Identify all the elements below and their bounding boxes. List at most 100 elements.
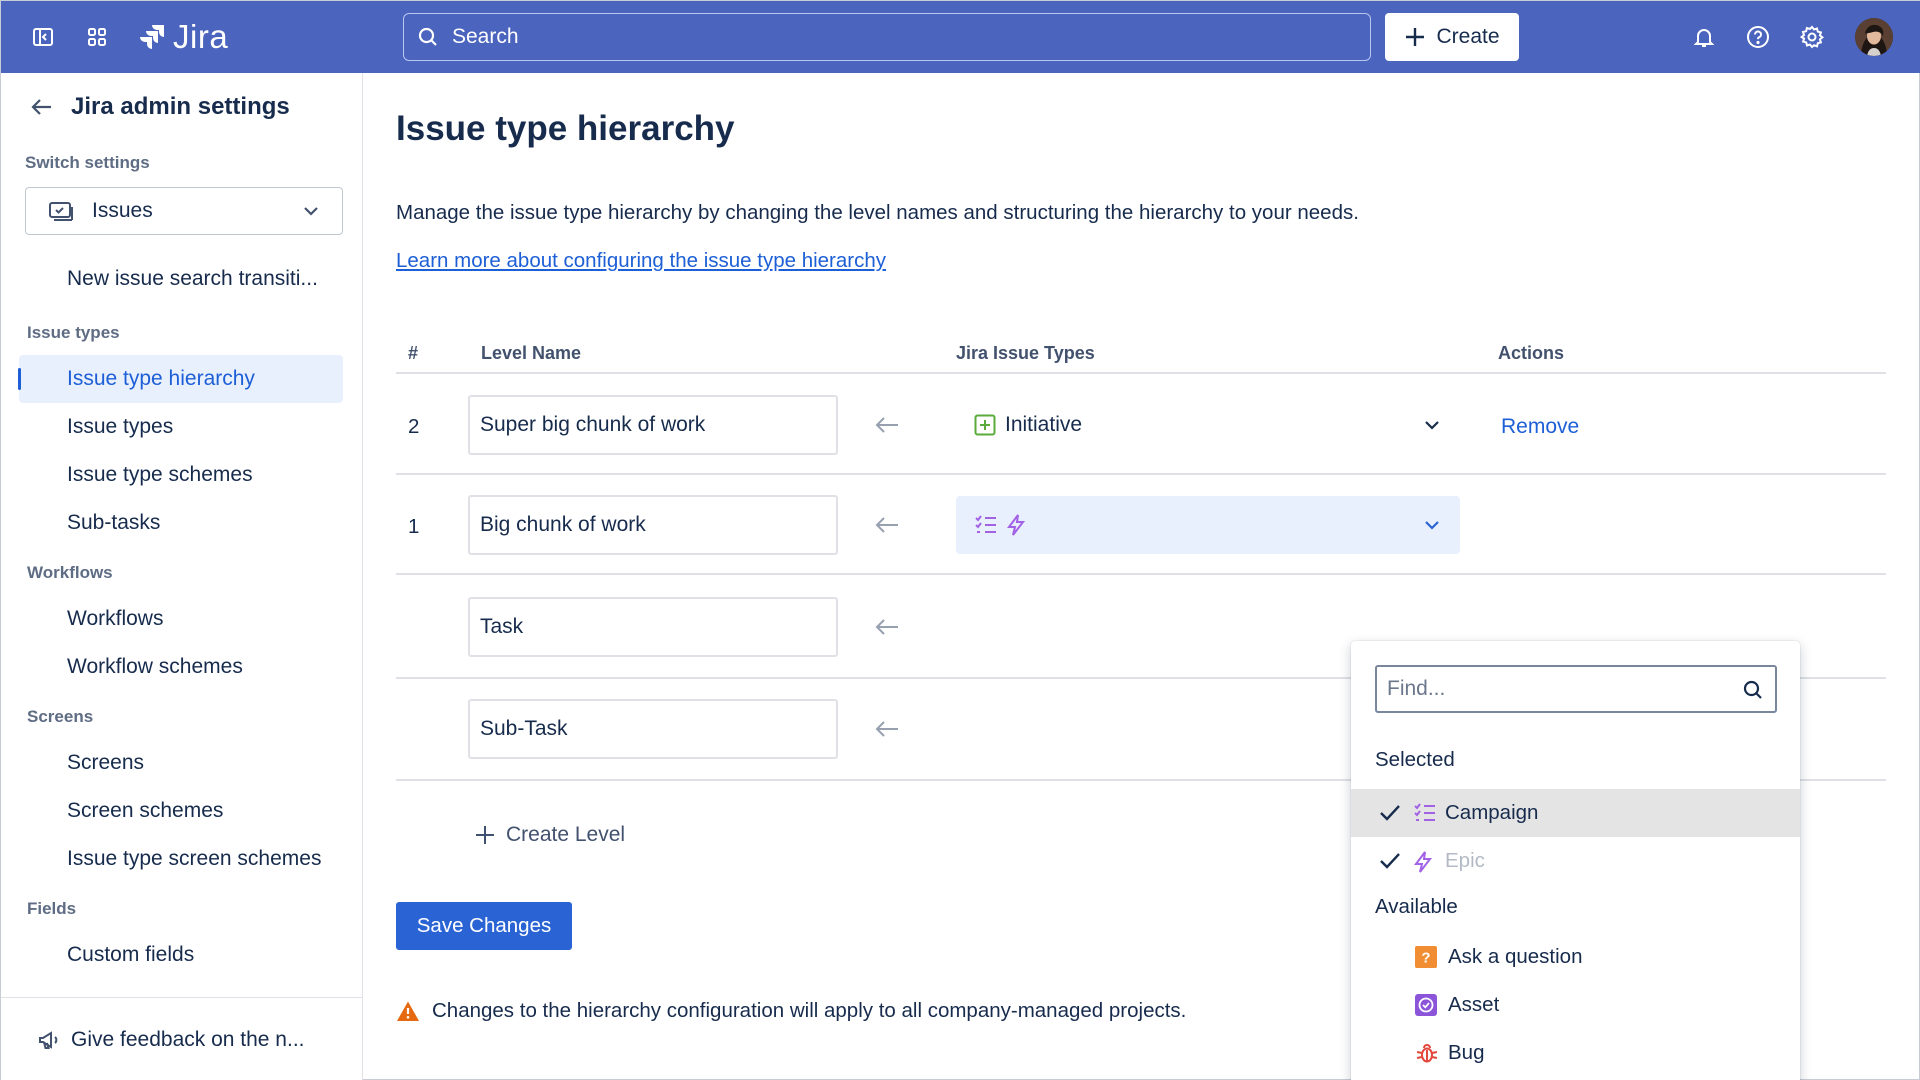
app-window: Jira Search Create Jira admin settings S… <box>0 0 1920 1080</box>
column-header-level-name: Level Name <box>481 343 582 363</box>
issue-type-value: Initiative <box>1005 413 1083 436</box>
create-label: Create <box>1436 25 1500 48</box>
top-navigation-bar: Jira Search Create <box>1 1 1920 73</box>
avatar[interactable] <box>1855 18 1893 56</box>
arrow-left-icon <box>875 619 898 635</box>
search-input[interactable]: Search <box>403 13 1371 61</box>
available-group-label: Available <box>1375 895 1458 918</box>
column-header-number: # <box>408 343 419 363</box>
option-label: Campaign <box>1445 801 1539 824</box>
arrow-left-icon <box>875 721 898 737</box>
search-icon <box>1743 680 1762 699</box>
bug-icon <box>1416 1044 1438 1063</box>
row-divider <box>396 473 1886 475</box>
create-level-button[interactable]: Create Level <box>474 823 625 847</box>
column-header-issue-types: Jira Issue Types <box>956 343 1095 363</box>
arrow-left-icon <box>875 417 898 433</box>
sidebar-toggle-icon[interactable] <box>27 21 59 53</box>
chevron-down-icon <box>304 207 318 216</box>
svg-text:?: ? <box>1421 950 1430 967</box>
feedback-label: Give feedback on the n... <box>71 1027 305 1051</box>
check-icon <box>1380 805 1400 821</box>
issue-type-select[interactable]: Initiative <box>956 396 1460 454</box>
option-label: Epic <box>1445 849 1485 872</box>
sidebar-title: Jira admin settings <box>71 93 290 120</box>
plus-icon <box>476 826 494 844</box>
selected-group-label: Selected <box>1375 748 1455 771</box>
level-name-input[interactable]: Sub-Task <box>468 699 838 759</box>
arrow-left-icon <box>875 517 898 533</box>
sidebar-section-workflows: Workflows <box>27 563 113 582</box>
sidebar-item-issue-type-schemes[interactable]: Issue type schemes <box>67 452 253 498</box>
search-icon <box>418 27 437 46</box>
settings-switcher-value: Issues <box>92 199 153 222</box>
sidebar-item-issue-type-screen-schemes[interactable]: Issue type screen schemes <box>67 836 321 882</box>
switch-settings-caption: Switch settings <box>25 153 150 172</box>
back-arrow-icon[interactable] <box>29 94 55 120</box>
level-name-input[interactable]: Super big chunk of work <box>468 395 838 455</box>
page-title: Issue type hierarchy <box>396 109 735 148</box>
initiative-icon <box>974 414 996 436</box>
epic-icon <box>1414 851 1433 873</box>
chevron-down-icon <box>1425 421 1439 430</box>
option-campaign[interactable]: Campaign <box>1351 789 1800 837</box>
bell-icon[interactable] <box>1688 21 1720 53</box>
sidebar-item-sub-tasks[interactable]: Sub-tasks <box>67 500 160 546</box>
help-icon[interactable] <box>1742 21 1774 53</box>
option-bug[interactable]: Bug <box>1351 1029 1800 1077</box>
plus-icon <box>1406 28 1425 46</box>
check-icon <box>1380 853 1400 869</box>
sidebar-item-screens[interactable]: Screens <box>67 740 144 786</box>
feedback-button[interactable]: Give feedback on the n... <box>1 997 362 1080</box>
level-name-input[interactable]: Big chunk of work <box>468 495 838 555</box>
option-asset[interactable]: Asset <box>1351 981 1800 1029</box>
sidebar-item-issue-type-hierarchy[interactable]: Issue type hierarchy <box>67 356 255 402</box>
campaign-icon <box>975 515 996 533</box>
settings-switcher-select[interactable]: Issues <box>25 187 343 235</box>
row-number: 1 <box>408 515 420 538</box>
learn-more-link[interactable]: Learn more about configuring the issue t… <box>396 249 886 273</box>
find-input[interactable]: Find... <box>1375 665 1777 713</box>
search-placeholder: Search <box>452 25 519 48</box>
sidebar-item-custom-fields[interactable]: Custom fields <box>67 932 194 978</box>
gear-icon[interactable] <box>1796 21 1828 53</box>
sidebar-item-issue-types[interactable]: Issue types <box>67 404 173 450</box>
option-label: Ask a question <box>1448 945 1583 968</box>
megaphone-icon <box>39 1030 58 1049</box>
sidebar-active-indicator <box>18 368 21 390</box>
option-ask-a-question[interactable]: ? Ask a question <box>1351 933 1800 981</box>
warning-message: Changes to the hierarchy configuration w… <box>396 999 1186 1023</box>
sidebar-header: Jira admin settings <box>29 93 290 121</box>
warning-icon <box>397 1001 419 1021</box>
admin-sidebar: Jira admin settings Switch settings Issu… <box>1 73 363 1080</box>
sidebar-item-new-issue-search[interactable]: New issue search transiti... <box>67 256 318 302</box>
issue-type-select-open[interactable] <box>956 496 1460 554</box>
option-label: Asset <box>1448 993 1500 1016</box>
issues-icon <box>49 202 73 221</box>
sidebar-section-fields: Fields <box>27 899 77 918</box>
brand-name: Jira <box>173 18 229 55</box>
app-switcher-icon[interactable] <box>81 21 113 53</box>
chevron-down-icon <box>1425 521 1439 530</box>
find-placeholder: Find... <box>1387 677 1446 700</box>
create-button[interactable]: Create <box>1385 13 1519 61</box>
column-header-actions: Actions <box>1498 343 1565 363</box>
save-changes-button[interactable]: Save Changes <box>396 902 572 950</box>
jira-logo[interactable]: Jira <box>137 17 228 57</box>
create-level-label: Create Level <box>506 823 626 846</box>
row-number: 2 <box>408 415 420 438</box>
jira-logo-icon <box>140 25 164 49</box>
campaign-icon <box>1414 803 1435 821</box>
remove-level-button[interactable]: Remove <box>1501 415 1579 439</box>
option-label: Bug <box>1448 1041 1485 1064</box>
sidebar-section-issue-types: Issue types <box>27 323 120 342</box>
sidebar-section-screens: Screens <box>27 707 94 726</box>
table-header-divider <box>396 372 1886 374</box>
warning-text: Changes to the hierarchy configuration w… <box>432 999 1187 1022</box>
sidebar-item-workflows[interactable]: Workflows <box>67 596 163 642</box>
level-name-input[interactable]: Task <box>468 597 838 657</box>
page-description: Manage the issue type hierarchy by chang… <box>396 201 1359 224</box>
option-epic[interactable]: Epic <box>1351 837 1800 885</box>
sidebar-item-screen-schemes[interactable]: Screen schemes <box>67 788 223 834</box>
sidebar-item-workflow-schemes[interactable]: Workflow schemes <box>67 644 243 690</box>
